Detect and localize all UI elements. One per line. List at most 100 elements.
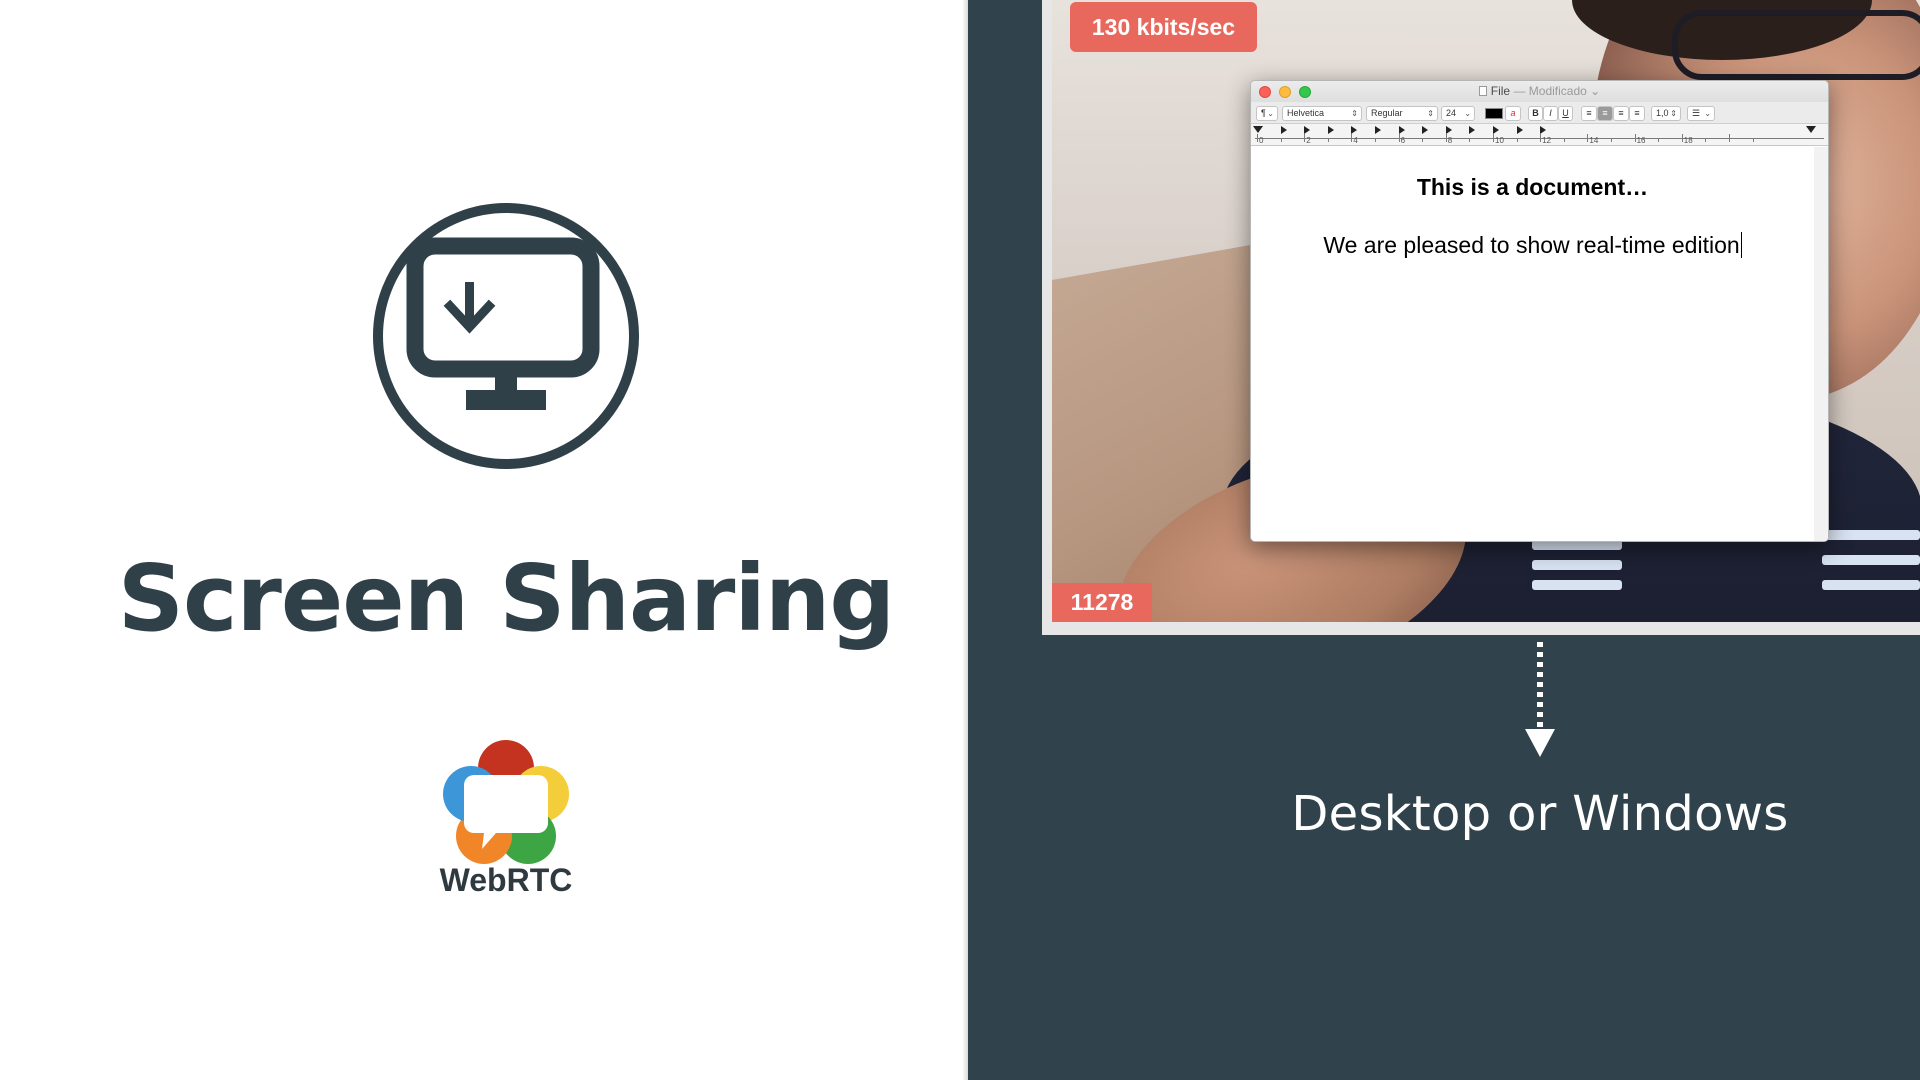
align-center-button[interactable]: ≡ — [1597, 106, 1613, 121]
right-indent-marker[interactable] — [1806, 126, 1816, 133]
bold-button[interactable]: B — [1528, 106, 1543, 121]
ruler-tick — [1634, 134, 1636, 142]
paragraph-style-label: ¶ — [1261, 108, 1266, 118]
tab-stop-marker[interactable] — [1540, 126, 1547, 134]
background-color-well[interactable]: a — [1505, 106, 1521, 121]
ruler-tick — [1611, 138, 1612, 142]
tab-stop-marker[interactable] — [1516, 126, 1523, 134]
shirt-stripe — [1822, 555, 1920, 565]
shirt-stripe — [1532, 580, 1622, 590]
ruler-tick — [1445, 134, 1447, 142]
italic-button[interactable]: I — [1543, 106, 1558, 121]
ruler-tick — [1516, 138, 1518, 142]
tab-stop-marker[interactable] — [1327, 126, 1334, 134]
tab-stop-marker[interactable] — [1304, 126, 1311, 134]
ruler-tick — [1752, 138, 1754, 142]
ruler-number: 18 — [1683, 136, 1693, 145]
line-spacing-value: 1,0 — [1656, 108, 1669, 118]
window-title-status[interactable]: Modificado ⌄ — [1529, 84, 1600, 98]
ruler-tick — [1257, 134, 1258, 142]
ruler-tick — [1729, 134, 1730, 142]
ruler-number: 14 — [1589, 136, 1599, 145]
line-spacing-popup[interactable]: 1,0 ⇕ — [1651, 106, 1681, 121]
align-justify-button[interactable]: ≡ — [1629, 106, 1645, 121]
text-ruler[interactable]: 0 2 4 6 8 10 12 14 16 18 — [1251, 124, 1828, 146]
underline-button[interactable]: U — [1558, 106, 1573, 121]
font-family-value: Helvetica — [1287, 108, 1325, 118]
ruler-number: 16 — [1636, 136, 1646, 145]
ruler-number: 4 — [1353, 136, 1358, 145]
shirt-stripe — [1822, 580, 1920, 590]
ruler-tick — [1469, 138, 1471, 142]
align-right-button[interactable]: ≡ — [1613, 106, 1629, 121]
shirt-stripe — [1532, 560, 1622, 570]
ruler-tick — [1351, 134, 1353, 142]
ruler-tick — [1705, 138, 1707, 142]
textedit-window[interactable]: File — Modificado ⌄ ¶ ⌄ Helvetica ⇕ Regula… — [1250, 80, 1829, 542]
chevron-down-icon: ⌄ — [1267, 109, 1274, 118]
ruler-number: 0 — [1259, 136, 1264, 145]
font-size-value: 24 — [1446, 108, 1457, 118]
font-style-popup[interactable]: Regular ⇕ — [1366, 106, 1438, 121]
ruler-tick — [1658, 138, 1660, 142]
ruler-number: 6 — [1400, 136, 1406, 145]
document-body-line[interactable]: We are pleased to show real-time edition — [1250, 232, 1815, 259]
tab-stop-marker[interactable] — [1351, 126, 1358, 134]
panel-divider — [962, 0, 968, 1080]
window-title-separator: — — [1513, 84, 1526, 98]
ruler-tick — [1375, 138, 1376, 142]
chevron-down-icon: ⌄ — [1704, 109, 1711, 118]
updown-arrows-icon: ⇕ — [1670, 109, 1677, 118]
ruler-tick — [1398, 134, 1400, 142]
document-body-text: We are pleased to show real-time edition — [1323, 232, 1740, 258]
ruler-tick — [1280, 138, 1282, 142]
ruler-tick — [1327, 138, 1329, 142]
window-titlebar[interactable]: File — Modificado ⌄ — [1251, 81, 1828, 102]
text-color-well[interactable] — [1485, 108, 1503, 119]
page-title: Screen Sharing — [117, 545, 896, 652]
left-slide-panel: Screen Sharing WebRTC — [0, 0, 968, 1080]
ruler-tick — [1563, 138, 1565, 142]
arrow-down-icon — [1525, 729, 1555, 757]
webrtc-logo-label: WebRTC — [439, 862, 573, 898]
left-indent-marker[interactable] — [1253, 126, 1263, 133]
tab-stop-marker[interactable] — [1469, 126, 1476, 134]
font-style-value: Regular — [1371, 108, 1403, 118]
ruler-tick — [1304, 134, 1306, 142]
ruler-tick — [1493, 134, 1494, 142]
updown-arrows-icon: ⇕ — [1351, 109, 1358, 118]
ruler-number: 2 — [1306, 136, 1311, 145]
webrtc-logo-icon — [443, 740, 569, 864]
document-heading: This is a document… — [1416, 174, 1649, 200]
window-title-file: File — [1490, 84, 1511, 98]
format-toolbar: ¶ ⌄ Helvetica ⇕ Regular ⇕ 24 ⌄ a B I U ≡ ≡ ≡… — [1251, 102, 1828, 124]
dotted-arrow-line — [1537, 642, 1543, 730]
ruler-number: 12 — [1542, 136, 1552, 145]
tab-stop-marker[interactable] — [1493, 126, 1499, 134]
align-left-button[interactable]: ≡ — [1581, 106, 1597, 121]
text-caret — [1740, 232, 1742, 258]
ruler-number: 10 — [1495, 136, 1504, 145]
monitor-download-icon — [373, 203, 639, 469]
tab-stop-marker[interactable] — [1280, 126, 1287, 134]
ruler-tick — [1422, 138, 1424, 142]
shirt-stripe — [1822, 530, 1920, 540]
document-file-icon — [1478, 86, 1487, 96]
paragraph-style-popup[interactable]: ¶ ⌄ — [1256, 106, 1278, 121]
tab-stop-marker[interactable] — [1445, 126, 1452, 134]
bitrate-badge: 130 kbits/sec — [1070, 2, 1257, 52]
updown-arrows-icon: ⇕ — [1427, 109, 1434, 118]
font-size-combo[interactable]: 24 ⌄ — [1441, 106, 1475, 121]
document-text-area[interactable] — [1251, 147, 1828, 541]
tab-stop-marker[interactable] — [1398, 126, 1405, 134]
ruler-tick — [1681, 134, 1683, 142]
tab-stop-marker[interactable] — [1375, 126, 1381, 134]
chevron-down-icon: ⌄ — [1464, 109, 1471, 118]
ruler-number: 8 — [1447, 136, 1453, 145]
window-title: File — Modificado ⌄ — [1251, 84, 1828, 98]
tab-stop-marker[interactable] — [1422, 126, 1429, 134]
font-family-popup[interactable]: Helvetica ⇕ — [1282, 106, 1362, 121]
stream-id-badge: 11278 — [1052, 583, 1152, 622]
video-person-glasses — [1672, 10, 1920, 80]
list-bullets-popup[interactable]: ☰ ⌄ — [1687, 106, 1715, 121]
